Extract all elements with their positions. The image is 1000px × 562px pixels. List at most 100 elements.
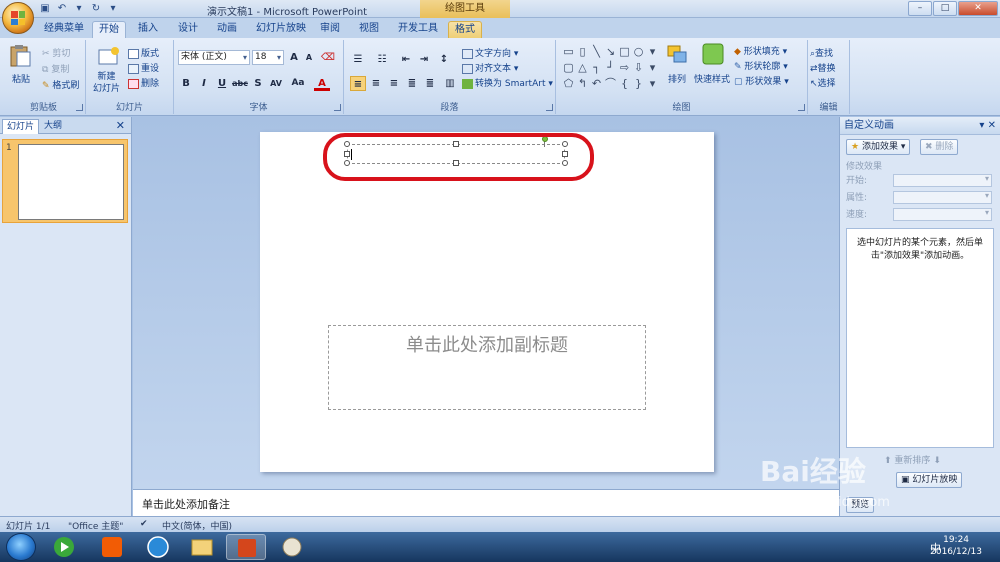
slide-thumbnail[interactable]: [18, 144, 124, 220]
redo-icon[interactable]: ↻: [89, 2, 103, 16]
property-select[interactable]: [893, 191, 992, 204]
clear-format-icon[interactable]: ⌫: [320, 50, 336, 65]
notes-pane[interactable]: 单击此处添加备注: [133, 489, 839, 516]
tab-view[interactable]: 视图: [353, 21, 385, 38]
new-slide-icon[interactable]: [96, 46, 120, 68]
bold-button[interactable]: B: [178, 76, 194, 91]
curve2-shape-icon[interactable]: ↶: [590, 76, 603, 91]
save-icon[interactable]: ▣: [38, 2, 52, 16]
slide-canvas[interactable]: 单击此处添加副标题: [260, 132, 714, 472]
decrease-indent-icon[interactable]: ⇤: [398, 52, 414, 67]
textbox-shape-icon[interactable]: ▭: [562, 44, 575, 59]
close-button[interactable]: ✕: [958, 1, 998, 16]
remove-effect-button[interactable]: ✖ 删除: [920, 139, 959, 155]
layout-button[interactable]: 版式: [128, 46, 159, 59]
maximize-button[interactable]: □: [933, 1, 957, 16]
shape-outline-button[interactable]: ✎ 形状轮廓 ▾: [734, 59, 788, 72]
shapes-gallery[interactable]: ▭ ▯ ╲ ↘ □ ○ ▾ ▢ △ ┐ ┘ ⇨ ⇩ ▾ ⬠ ↰ ↶ ⌒{} ▾: [562, 44, 658, 92]
expand-shapes-icon[interactable]: ▾: [646, 76, 659, 91]
change-case-button[interactable]: Aa: [290, 76, 306, 91]
brace-close-shape-icon[interactable]: }: [632, 76, 645, 91]
arrow-shape-icon[interactable]: ↘: [604, 44, 617, 59]
columns-icon[interactable]: ▥: [442, 76, 458, 91]
tab-developer[interactable]: 开发工具: [392, 21, 444, 38]
scroll-shapes-icon[interactable]: ▾: [646, 60, 659, 75]
explorer-icon[interactable]: [182, 534, 222, 560]
start-select[interactable]: [893, 174, 992, 187]
quick-styles-button[interactable]: 快速样式: [694, 72, 730, 85]
oval-shape-icon[interactable]: ○: [632, 44, 645, 59]
rounded-rect-shape-icon[interactable]: ▢: [562, 60, 575, 75]
textbox-v-shape-icon[interactable]: ▯: [576, 44, 589, 59]
increase-indent-icon[interactable]: ⇥: [416, 52, 432, 67]
smartart-button[interactable]: 转换为 SmartArt ▾: [462, 76, 553, 89]
format-painter-button[interactable]: ✎ 格式刷: [42, 78, 79, 91]
strikethrough-button[interactable]: abc: [232, 76, 248, 91]
paint-icon[interactable]: [272, 534, 312, 560]
find-button[interactable]: ⌕查找: [810, 46, 833, 59]
font-color-button[interactable]: A: [314, 76, 330, 91]
italic-button[interactable]: I: [196, 76, 212, 91]
tab-classic-menu[interactable]: 经典菜单: [38, 21, 90, 38]
minimize-button[interactable]: –: [908, 1, 932, 16]
undo-icon[interactable]: ↶: [55, 2, 69, 16]
grow-font-button[interactable]: A: [286, 50, 302, 65]
font-launcher-icon[interactable]: [334, 104, 341, 111]
clipboard-launcher-icon[interactable]: [76, 104, 83, 111]
curve-shape-icon[interactable]: ↰: [576, 76, 589, 91]
font-size-combo[interactable]: 18: [252, 50, 284, 65]
tab-review[interactable]: 审阅: [314, 21, 346, 38]
media-player-icon[interactable]: [44, 534, 84, 560]
paragraph-launcher-icon[interactable]: [546, 104, 553, 111]
elbow2-shape-icon[interactable]: ┘: [604, 60, 617, 75]
brace-open-shape-icon[interactable]: {: [618, 76, 631, 91]
shrink-font-button[interactable]: A: [301, 50, 317, 65]
justify-icon[interactable]: ≣: [404, 76, 420, 91]
more-shapes-icon[interactable]: ▾: [646, 44, 659, 59]
close-pane-icon[interactable]: ✕: [116, 119, 125, 132]
arc-shape-icon[interactable]: ⌒: [604, 76, 617, 91]
reset-button[interactable]: 重设: [128, 61, 159, 74]
font-name-combo[interactable]: 宋体 (正文): [178, 50, 250, 65]
arrange-icon[interactable]: [666, 44, 690, 66]
tab-format[interactable]: 格式: [448, 21, 482, 38]
new-slide-button[interactable]: 新建 幻灯片: [93, 71, 120, 95]
office-button[interactable]: [2, 2, 34, 34]
move-up-icon[interactable]: ⬆: [884, 456, 892, 466]
spellcheck-icon[interactable]: ✔: [140, 519, 148, 529]
tab-slideshow[interactable]: 幻灯片放映: [250, 21, 312, 38]
paste-icon[interactable]: [8, 44, 32, 67]
start-button[interactable]: [6, 533, 36, 561]
line-spacing-icon[interactable]: ↕: [436, 52, 452, 67]
shape-fill-button[interactable]: ◆ 形状填充 ▾: [734, 44, 787, 57]
tab-slides-thumbnails[interactable]: 幻灯片: [2, 119, 40, 134]
char-spacing-button[interactable]: AV: [268, 76, 284, 91]
line-shape-icon[interactable]: ╲: [590, 44, 603, 59]
delete-slide-button[interactable]: 删除: [128, 76, 159, 89]
arrange-button[interactable]: 排列: [668, 72, 686, 85]
move-down-icon[interactable]: ⬇: [933, 456, 941, 466]
distribute-icon[interactable]: ≣: [422, 76, 438, 91]
tab-animation[interactable]: 动画: [211, 21, 243, 38]
align-center-icon[interactable]: ≡: [368, 76, 384, 91]
drawing-launcher-icon[interactable]: [798, 104, 805, 111]
customize-qat-icon[interactable]: ▾: [106, 2, 120, 16]
tab-insert[interactable]: 插入: [132, 21, 164, 38]
select-button[interactable]: ↖选择: [810, 76, 836, 89]
pane-close-icon[interactable]: ▾ ✕: [979, 117, 996, 135]
align-left-icon[interactable]: ≡: [350, 76, 366, 91]
text-direction-button[interactable]: 文字方向 ▾: [462, 46, 518, 59]
replace-button[interactable]: ⇄替换: [810, 61, 836, 74]
align-text-button[interactable]: 对齐文本 ▾: [462, 61, 518, 74]
tab-outline[interactable]: 大纲: [40, 119, 66, 134]
cut-button[interactable]: ✂ 剪切: [42, 46, 70, 59]
quick-styles-icon[interactable]: [701, 42, 725, 65]
ie-browser-icon[interactable]: [138, 534, 178, 560]
align-right-icon[interactable]: ≡: [386, 76, 402, 91]
tab-design[interactable]: 设计: [172, 21, 204, 38]
slideshow-button[interactable]: ▣ 幻灯片放映: [896, 472, 963, 488]
elbow-shape-icon[interactable]: ┐: [590, 60, 603, 75]
speed-select[interactable]: [893, 208, 992, 221]
powerpoint-taskbar-icon[interactable]: [226, 534, 266, 560]
clock[interactable]: 19:24 2016/12/13: [930, 534, 982, 558]
